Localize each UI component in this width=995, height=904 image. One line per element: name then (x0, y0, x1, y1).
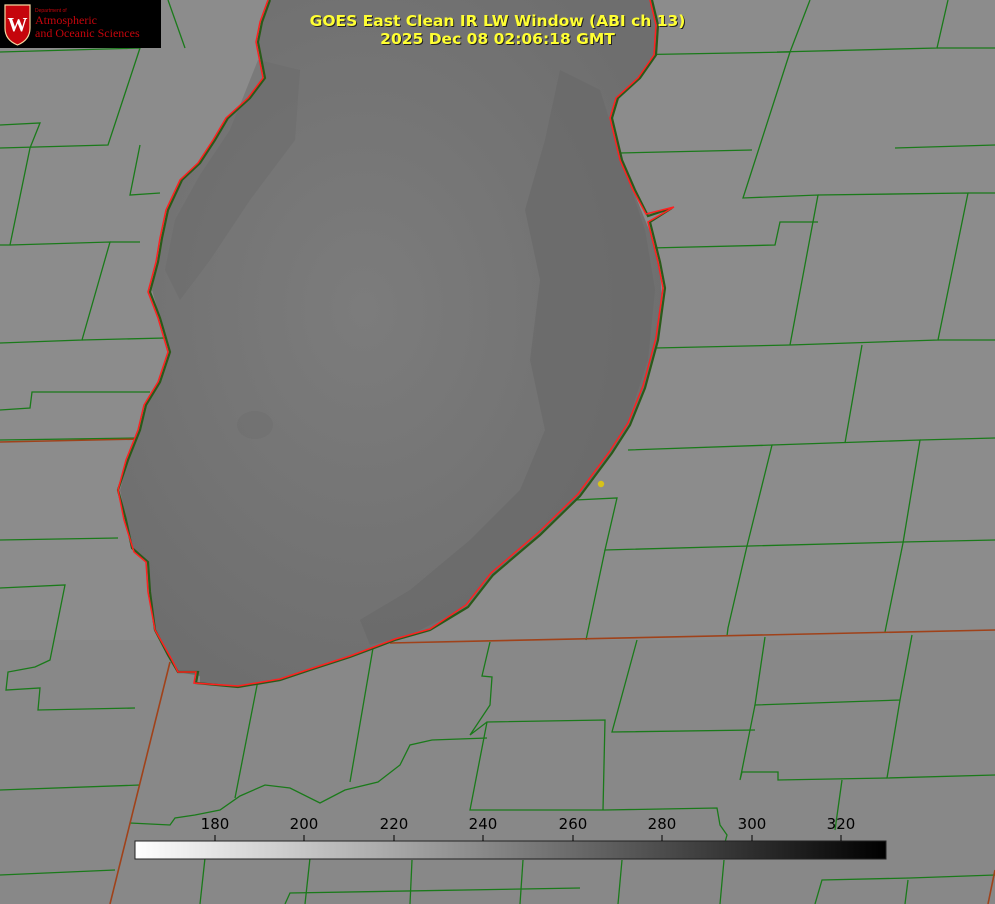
colorbar-tick-label: 200 (289, 815, 319, 833)
svg-text:W: W (8, 14, 28, 36)
satellite-map (0, 0, 995, 904)
colorbar-tick-label: 220 (379, 815, 409, 833)
aos-logo: W Department of Atmospheric and Oceanic … (0, 0, 161, 48)
colorbar-tick-label: 180 (200, 815, 230, 833)
colorbar-tick-label: 300 (737, 815, 767, 833)
colorbar (134, 840, 887, 860)
colorbar-tick-label: 240 (468, 815, 498, 833)
uw-seal-icon: W (4, 4, 31, 46)
colorbar-tick-label: 320 (826, 815, 856, 833)
colorbar-tick-label: 280 (647, 815, 677, 833)
location-dot-icon (597, 480, 605, 488)
colorbar-tick-label: 260 (558, 815, 588, 833)
logo-line2: and Oceanic Sciences (35, 26, 140, 40)
